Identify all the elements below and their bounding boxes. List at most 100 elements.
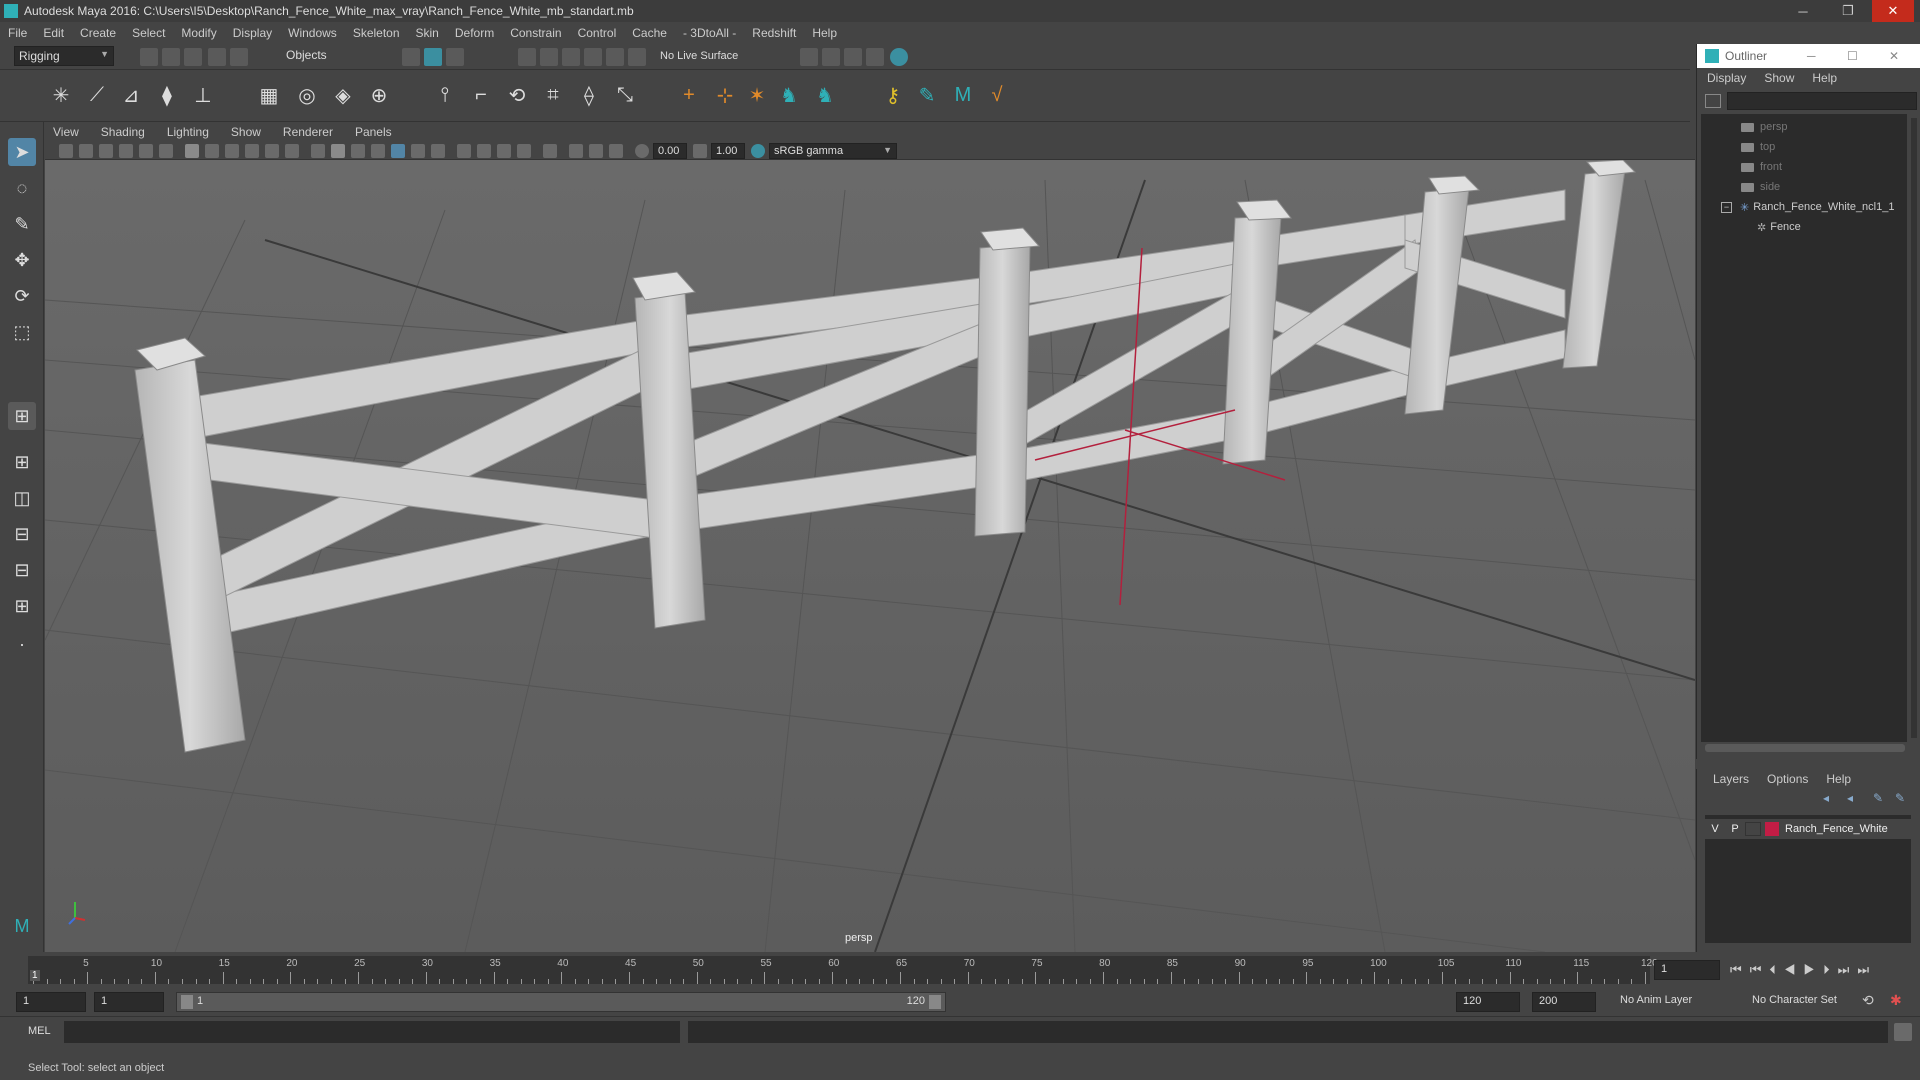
menu-help[interactable]: Help [812,26,837,40]
render-view-icon[interactable] [866,48,884,66]
four-view-layout-icon[interactable]: ⊞ [8,448,36,476]
film-gate-icon[interactable] [205,144,219,158]
layer-color-swatch[interactable] [1765,822,1779,836]
outliner-close-button[interactable]: ✕ [1889,49,1899,63]
ipr-render-icon[interactable] [844,48,862,66]
command-input[interactable] [64,1021,680,1043]
influence-icon[interactable]: ⌗ [540,82,566,108]
outliner-item[interactable]: side [1741,178,1780,196]
check-icon[interactable]: √ [984,82,1010,108]
exposure-icon[interactable] [635,144,649,158]
collapse-toggle-icon[interactable]: − [1721,201,1732,213]
minimize-button[interactable]: ─ [1782,0,1824,22]
save-scene-icon[interactable] [184,48,202,66]
bookmark-icon[interactable] [99,144,113,158]
go-to-end-icon[interactable]: ⏭ [1857,962,1877,977]
wireframe-icon[interactable] [311,144,325,158]
anim-prefs-icon[interactable]: ✱ [1890,992,1902,1009]
selection-mode-dropdown[interactable]: Objects [282,46,378,66]
menu-file[interactable]: File [8,26,27,40]
view-transform-dropdown[interactable]: sRGB gamma ▼ [769,143,897,159]
render-settings-icon[interactable] [800,48,818,66]
mirror-joint-icon[interactable]: ⧫ [154,82,180,108]
playback-end-field[interactable]: 120 [1456,992,1520,1012]
outliner-item[interactable]: front [1741,158,1782,176]
layers-menu-layers[interactable]: Layers [1713,772,1749,786]
menu-skin[interactable]: Skin [416,26,439,40]
undo-icon[interactable] [208,48,226,66]
time-slider[interactable]: 5 10 15 20 25 30 35 40 45 50 55 60 65 70 75 80 85 90 95 100… [0,952,1920,988]
xray-active-icon[interactable] [589,144,603,158]
menu-display[interactable]: Display [233,26,272,40]
color-management-icon[interactable] [751,144,765,158]
grid-icon[interactable] [185,144,199,158]
resolution-gate-icon[interactable] [225,144,239,158]
detach-skin-icon[interactable]: ⌐ [468,82,494,108]
character-controls-icon[interactable]: ♞ [812,82,838,108]
menu-modify[interactable]: Modify [181,26,216,40]
layers-menu-options[interactable]: Options [1767,772,1808,786]
go-to-start-icon[interactable]: ⏮ [1730,962,1750,977]
script-language-label[interactable]: MEL [28,1025,51,1037]
character-set-dropdown[interactable]: No Character Set [1752,994,1872,1012]
orient-joint-icon[interactable]: ⊥ [190,82,216,108]
outliner-scrollbar[interactable] [1911,118,1917,738]
persp-viewport[interactable]: persp [45,160,1695,952]
gate-mask-icon[interactable] [245,144,259,158]
wrap-icon[interactable]: ⊕ [366,82,392,108]
outliner-item[interactable]: top [1741,138,1775,156]
xray-joints-icon[interactable] [569,144,583,158]
hypershade-layout-icon[interactable]: ⊞ [8,592,36,620]
range-start-handle[interactable] [181,995,193,1009]
live-surface-label[interactable]: No Live Surface [660,50,738,62]
depth-of-field-icon[interactable] [517,144,531,158]
outliner-minimize-button[interactable]: ─ [1807,49,1816,63]
point-constraint-icon[interactable]: ⤡ [612,82,638,108]
magnet-icon[interactable] [628,48,646,66]
menu-control[interactable]: Control [578,26,617,40]
current-frame-marker[interactable]: 1 [30,970,40,981]
two-d-pan-icon[interactable] [139,144,153,158]
outliner-search-input[interactable] [1727,92,1917,110]
anim-layer-dropdown[interactable]: No Anim Layer [1620,994,1748,1012]
select-tool-icon[interactable]: ➤ [8,138,36,166]
menu-windows[interactable]: Windows [288,26,337,40]
parent-constraint-icon[interactable]: ⟠ [576,82,602,108]
layer-name[interactable]: Ranch_Fence_White [1785,823,1888,835]
play-forwards-icon[interactable]: ▶ [1804,962,1824,977]
locator-icon[interactable]: + [676,82,702,108]
scene-end-field[interactable]: 200 [1532,992,1596,1012]
exposure-field[interactable]: 0.00 [653,143,687,159]
gamma-icon[interactable] [693,144,707,158]
new-scene-icon[interactable] [140,48,158,66]
menu-create[interactable]: Create [80,26,116,40]
menu-edit[interactable]: Edit [43,26,64,40]
paint-select-icon[interactable]: ✎ [8,210,36,238]
set-driven-key-icon[interactable]: ⚷ [880,82,906,108]
layer-display-type-toggle[interactable] [1745,822,1761,836]
outliner-menu-show[interactable]: Show [1764,71,1794,85]
outliner-item[interactable]: ✲ Fence [1757,218,1801,236]
snap-grid-icon[interactable] [518,48,536,66]
time-ruler[interactable]: 5 10 15 20 25 30 35 40 45 50 55 60 65 70 75 80 85 90 95 100… [28,956,1658,984]
textured-icon[interactable] [371,144,385,158]
menu-skeleton[interactable]: Skeleton [353,26,400,40]
grease-pencil-icon[interactable] [159,144,173,158]
move-layer-up-icon[interactable]: ◂ [1823,791,1837,805]
outliner-maximize-button[interactable]: ☐ [1847,49,1858,63]
script-editor-icon[interactable] [1894,1023,1912,1041]
persp-graph-layout-icon[interactable]: ⊟ [8,556,36,584]
joint-tool-icon[interactable]: ✳ [48,82,74,108]
layer-playback-toggle[interactable]: P [1725,823,1745,835]
range-end-handle[interactable] [929,995,941,1009]
outliner-menu-display[interactable]: Display [1707,71,1746,85]
open-scene-icon[interactable] [162,48,180,66]
layer-row[interactable]: V P Ranch_Fence_White [1705,819,1911,839]
xray-icon[interactable] [391,144,405,158]
ik-spline-icon[interactable]: ⊿ [118,82,144,108]
menu-constrain[interactable]: Constrain [510,26,561,40]
snap-surface-icon[interactable] [606,48,624,66]
step-back-key-icon[interactable]: ⏮ [1750,962,1770,977]
snap-curve-icon[interactable] [540,48,558,66]
ik-handle-icon[interactable]: ⟋ [84,82,110,108]
